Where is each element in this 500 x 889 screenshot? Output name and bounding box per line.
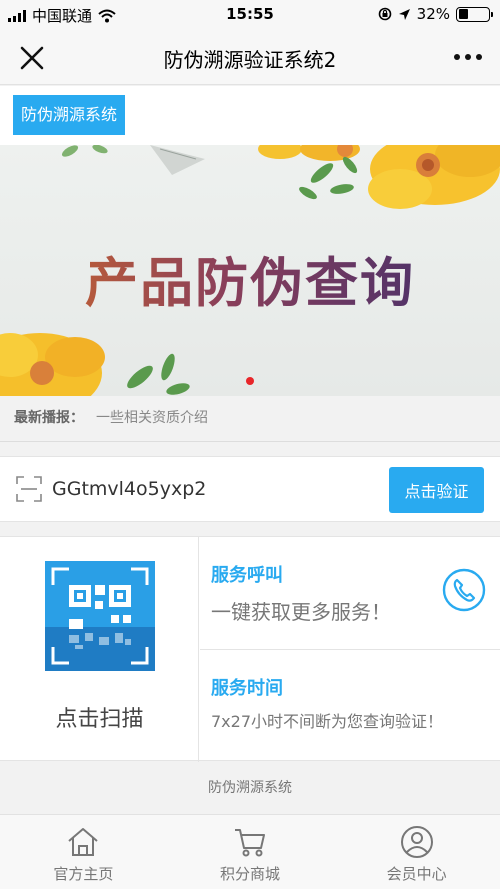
scan-button[interactable]: 点击扫描 [0,537,199,762]
tab-bar: 官方主页 积分商城 会员中心 [0,814,500,889]
service-call-item[interactable]: 服务呼叫 一键获取更多服务！ [200,537,500,650]
more-icon [454,54,460,60]
more-button[interactable] [450,42,486,72]
page-title: 防伪溯源验证系统2 [163,48,337,72]
user-icon [400,826,433,858]
rotation-lock-icon [378,7,391,21]
tab-mall-label: 积分商城 [220,865,281,883]
scan-label: 点击扫描 [55,707,144,732]
battery-fill [458,9,468,19]
service-time-title: 服务时间 [211,678,283,699]
verify-code-row: 点击验证 [0,456,500,522]
services-panel: 点击扫描 服务呼叫 一键获取更多服务！ 服务时间 7x27小时不间断为您查询验证… [0,536,500,762]
service-call-desc: 一键获取更多服务！ [211,600,391,624]
code-input[interactable] [52,471,372,507]
brand-tag: 防伪溯源系统 [13,95,126,135]
banner-carousel[interactable]: 产品防伪查询 [0,145,500,396]
status-right: 32% [378,5,493,23]
location-icon [398,8,410,20]
news-text[interactable]: 一些相关资质介绍 [96,396,208,440]
cart-icon [235,829,265,857]
tab-member[interactable]: 会员中心 [333,815,500,889]
footer-brand: 防伪溯源系统 [0,762,500,814]
service-call-title: 服务呼叫 [211,565,283,586]
banner-title: 产品防伪查询 [0,241,500,317]
tab-member-label: 会员中心 [386,865,447,883]
verify-button[interactable]: 点击验证 [389,467,484,513]
phone-icon[interactable] [442,568,486,612]
news-label: 最新播报： [14,410,84,426]
battery-icon [456,6,493,22]
carousel-indicator[interactable] [246,377,254,385]
battery-percent: 32% [416,5,450,23]
status-bar: 中国联通 15:55 32% [0,0,500,30]
brand-strip: 防伪溯源系统 [0,86,500,145]
service-time-item: 服务时间 7x27小时不间断为您查询验证！ [200,650,500,762]
home-icon [68,828,98,856]
service-time-desc: 7x27小时不间断为您查询验证！ [211,712,444,731]
nav-bar: 防伪溯源验证系统2 [0,30,500,85]
scan-frame-icon[interactable] [16,476,42,502]
tab-home-label: 官方主页 [53,865,114,883]
news-ticker[interactable]: 最新播报： 一些相关资质介绍 [0,396,500,442]
tab-home[interactable]: 官方主页 [0,815,167,889]
qr-scan-icon [45,561,155,671]
tab-mall[interactable]: 积分商城 [167,815,334,889]
